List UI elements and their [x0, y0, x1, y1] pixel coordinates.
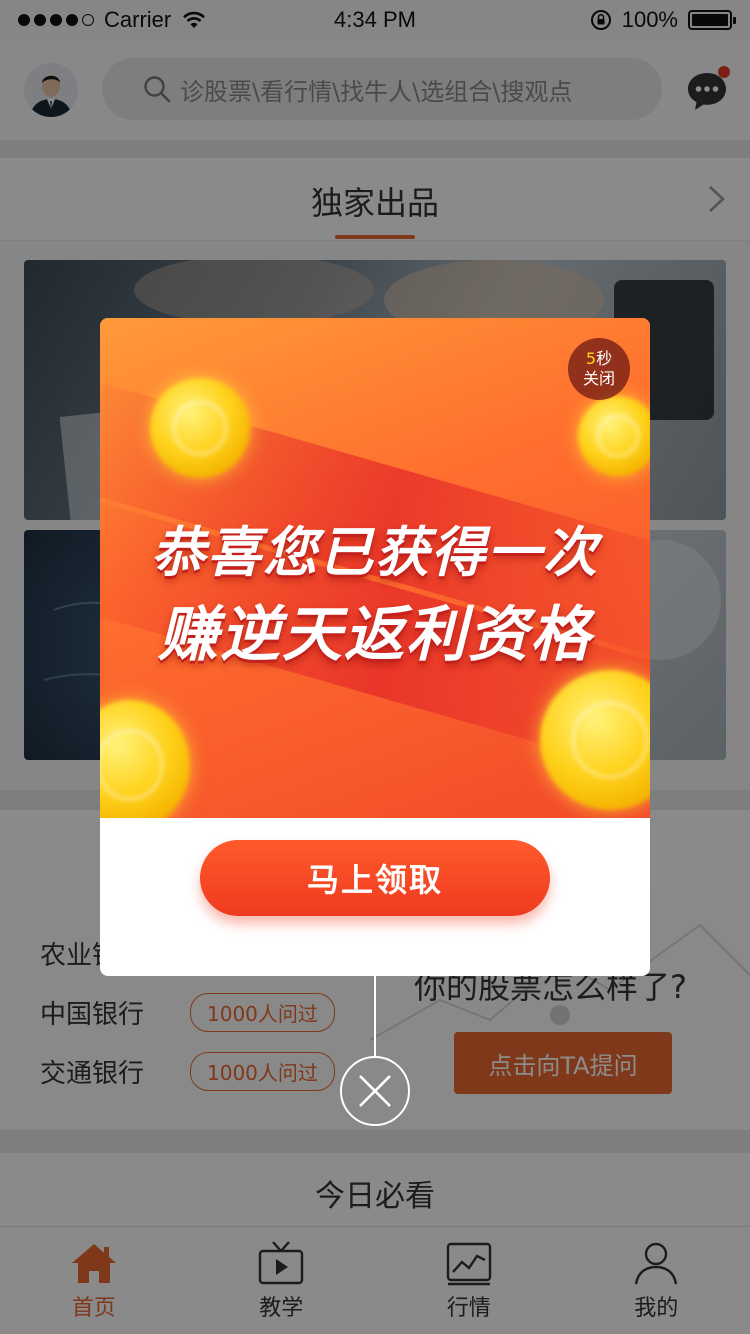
countdown-action: 关闭 [582, 369, 615, 388]
promo-subheadline: 赚逆天返利资格 [158, 600, 592, 670]
coin-icon [150, 378, 250, 478]
coin-icon [100, 700, 190, 818]
countdown-number: 5 [585, 349, 597, 368]
claim-button[interactable]: 马上领取 [200, 840, 550, 916]
coin-icon [578, 396, 650, 476]
promo-headline: 恭喜您已获得一次 [151, 521, 599, 584]
app-screen: Carrier 4:34 PM 100% 诊股票\看行情\找牛人\选组合\搜观点… [0, 0, 750, 1334]
promo-modal: 恭喜您已获得一次 赚逆天返利资格 5秒 关闭 马上领取 [100, 318, 650, 976]
countdown-unit: 秒 [596, 349, 613, 368]
close-icon [359, 1075, 391, 1107]
promo-banner[interactable]: 恭喜您已获得一次 赚逆天返利资格 5秒 关闭 [100, 318, 650, 818]
modal-close-button[interactable] [340, 1056, 410, 1126]
countdown-timer: 5秒 [586, 349, 612, 369]
countdown-close-button[interactable]: 5秒 关闭 [568, 338, 630, 400]
modal-connector-line [374, 976, 376, 1058]
